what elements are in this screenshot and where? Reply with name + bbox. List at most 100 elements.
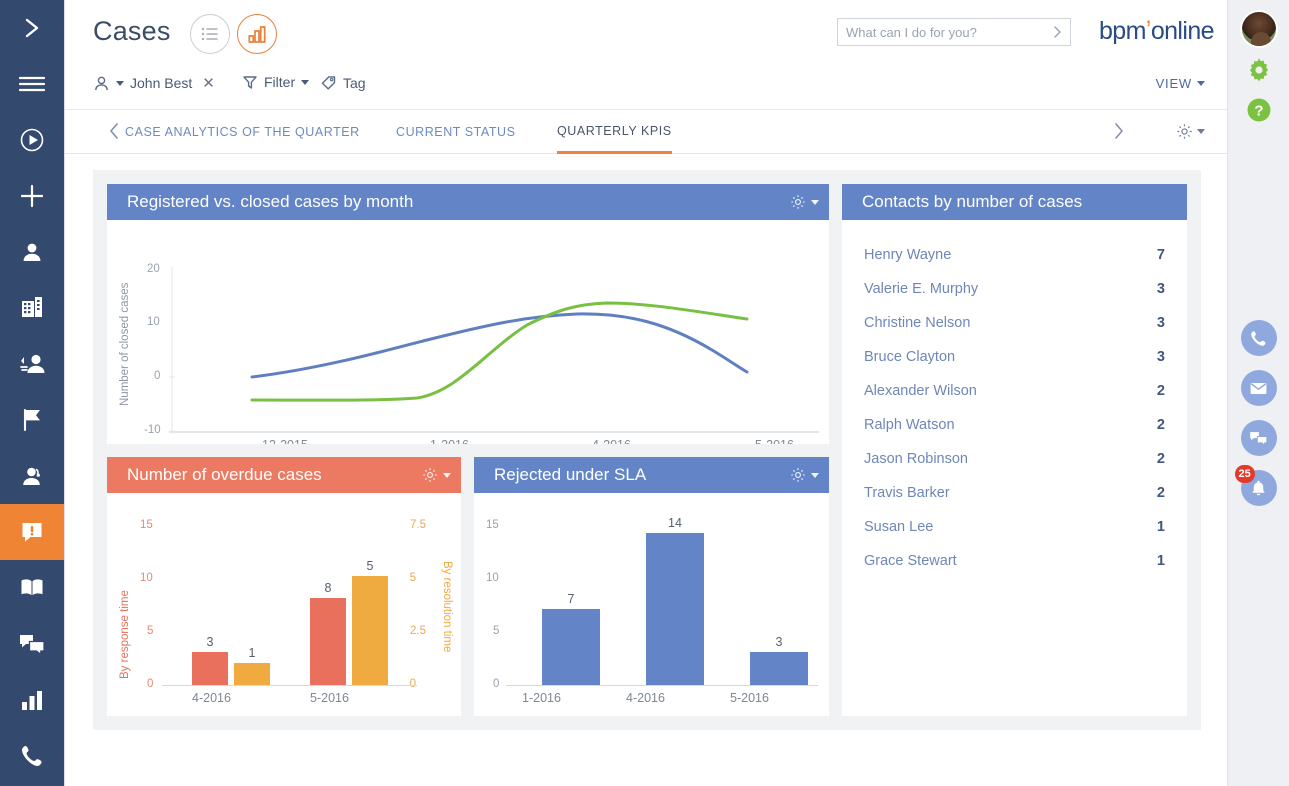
card-settings-menu[interactable] — [790, 194, 819, 210]
contact-name: Alexander Wilson — [864, 383, 977, 399]
run-process-button[interactable] — [0, 112, 64, 168]
sidebar-item-calls[interactable] — [0, 728, 64, 784]
settings-caret-icon — [1197, 129, 1205, 134]
list-item[interactable]: Christine Nelson 3 — [842, 306, 1187, 340]
sidebar-item-cases[interactable] — [0, 504, 64, 560]
owner-filter[interactable]: John Best ✕ — [93, 74, 215, 92]
filter-button[interactable]: Filter — [242, 74, 309, 90]
sidebar-item-accounts[interactable] — [0, 280, 64, 336]
envelope-mail-icon — [1249, 379, 1268, 398]
search-input[interactable] — [838, 19, 1044, 45]
list-item[interactable]: Valerie E. Murphy 3 — [842, 272, 1187, 306]
main-content-area: Cases bpmʼonline — [64, 0, 1227, 786]
list-item[interactable]: Ralph Watson 2 — [842, 408, 1187, 442]
ytick: 0 — [493, 678, 499, 690]
sidebar-item-dashboards[interactable] — [0, 672, 64, 728]
analytics-view-toggle-button[interactable] — [237, 14, 277, 54]
contact-case-count: 3 — [1157, 349, 1165, 365]
list-item[interactable]: Alexander Wilson 2 — [842, 374, 1187, 408]
sidebar-item-opportunities[interactable] — [0, 392, 64, 448]
xtick: 4-2016 — [626, 691, 665, 705]
contact-case-count: 1 — [1157, 519, 1165, 535]
list-item[interactable]: Henry Wayne 7 — [842, 238, 1187, 272]
tabs-scroll-left-icon[interactable] — [108, 122, 121, 145]
notifications-button[interactable]: 25 — [1241, 470, 1277, 506]
contact-name: Travis Barker — [864, 485, 950, 501]
search-submit-icon[interactable] — [1044, 25, 1070, 39]
tabs-scroll-right-icon[interactable] — [1112, 122, 1125, 145]
mail-button[interactable] — [1241, 370, 1277, 406]
bar-rejected-1-2016[interactable] — [542, 609, 600, 685]
card-settings-menu[interactable] — [422, 467, 451, 483]
overdue-chart-body[interactable]: By response time 15 10 5 0 By resolution… — [107, 493, 461, 716]
card-caret-icon — [811, 473, 819, 478]
view-menu-button[interactable]: VIEW — [1156, 76, 1205, 91]
settings-gear-button[interactable] — [1246, 57, 1272, 88]
call-button[interactable] — [1241, 320, 1277, 356]
brand-name-part2: online — [1151, 17, 1214, 45]
contact-name: Valerie E. Murphy — [864, 281, 978, 297]
line-chart[interactable]: Number of closed cases 20 10 0 -10 — [107, 220, 829, 444]
bar-value-label: 8 — [310, 581, 346, 595]
add-new-button[interactable] — [0, 168, 64, 224]
card-title: Number of overdue cases — [127, 465, 422, 485]
tab-case-analytics-of-the-quarter[interactable]: CASE ANALYTICS OF THE QUARTER — [125, 110, 360, 154]
ytick-left: 10 — [140, 572, 153, 584]
sidebar-item-contacts[interactable] — [0, 224, 64, 280]
rejected-baseline — [506, 685, 818, 686]
card-contacts-by-number-of-cases: Contacts by number of cases Henry Wayne … — [842, 184, 1187, 716]
tag-label: Tag — [343, 75, 366, 91]
sidebar-item-feed[interactable] — [0, 616, 64, 672]
phone-call-icon — [1249, 329, 1268, 348]
overdue-baseline — [162, 685, 417, 686]
help-button[interactable]: ? — [1246, 97, 1272, 128]
list-view-toggle-button[interactable] — [190, 14, 230, 54]
hamburger-menu-button[interactable] — [0, 56, 64, 112]
xtick: 4-2016 — [592, 438, 631, 444]
bar-rejected-5-2016[interactable] — [750, 652, 808, 685]
list-icon — [200, 24, 220, 44]
tab-label: CASE ANALYTICS OF THE QUARTER — [125, 125, 360, 139]
bar-response-5-2016[interactable] — [310, 598, 346, 685]
filter-caret-icon — [301, 80, 309, 85]
tab-current-status[interactable]: CURRENT STATUS — [396, 110, 516, 154]
tag-button[interactable]: Tag — [320, 74, 366, 91]
ytick-left: 0 — [147, 678, 153, 690]
ytick: 5 — [493, 625, 499, 637]
bar-resolution-5-2016[interactable] — [352, 576, 388, 685]
tab-quarterly-kpis[interactable]: QUARTERLY KPIS — [557, 110, 672, 154]
list-item[interactable]: Bruce Clayton 3 — [842, 340, 1187, 374]
gear-icon — [790, 467, 806, 483]
filter-label: Filter — [264, 74, 295, 90]
bar-resolution-4-2016[interactable] — [234, 663, 270, 685]
card-caret-icon — [811, 200, 819, 205]
contact-name: Susan Lee — [864, 519, 933, 535]
sidebar-item-knowledge-base[interactable] — [0, 560, 64, 616]
page-header: Cases bpmʼonline — [65, 0, 1227, 62]
tab-label: QUARTERLY KPIS — [557, 124, 672, 138]
card-settings-menu[interactable] — [790, 467, 819, 483]
overdue-right-axis-label: By resolution time — [441, 561, 453, 683]
ytick-left: 5 — [147, 625, 153, 637]
rejected-chart-body[interactable]: 15 10 5 0 7 14 — [474, 493, 829, 716]
line-chart-plot — [107, 220, 829, 444]
list-item[interactable]: Travis Barker 2 — [842, 476, 1187, 510]
avatar[interactable] — [1240, 10, 1278, 48]
list-item[interactable]: Jason Robinson 2 — [842, 442, 1187, 476]
dashboard-settings-menu[interactable] — [1176, 123, 1205, 140]
sidebar-item-leads[interactable] — [0, 336, 64, 392]
global-search[interactable] — [837, 18, 1071, 46]
owner-filter-remove-icon[interactable]: ✕ — [202, 74, 215, 92]
bar-response-4-2016[interactable] — [192, 652, 228, 685]
ytick: 15 — [486, 519, 499, 531]
gear-icon — [1246, 57, 1272, 83]
sidebar-item-service-agents[interactable] — [0, 448, 64, 504]
expand-menu-button[interactable] — [0, 0, 64, 56]
bar-rejected-4-2016[interactable] — [646, 533, 704, 685]
xtick: 5-2016 — [310, 691, 349, 705]
owner-filter-label: John Best — [130, 75, 192, 91]
owner-caret-icon — [116, 81, 124, 86]
chat-button[interactable] — [1241, 420, 1277, 456]
list-item[interactable]: Grace Stewart 1 — [842, 544, 1187, 578]
list-item[interactable]: Susan Lee 1 — [842, 510, 1187, 544]
